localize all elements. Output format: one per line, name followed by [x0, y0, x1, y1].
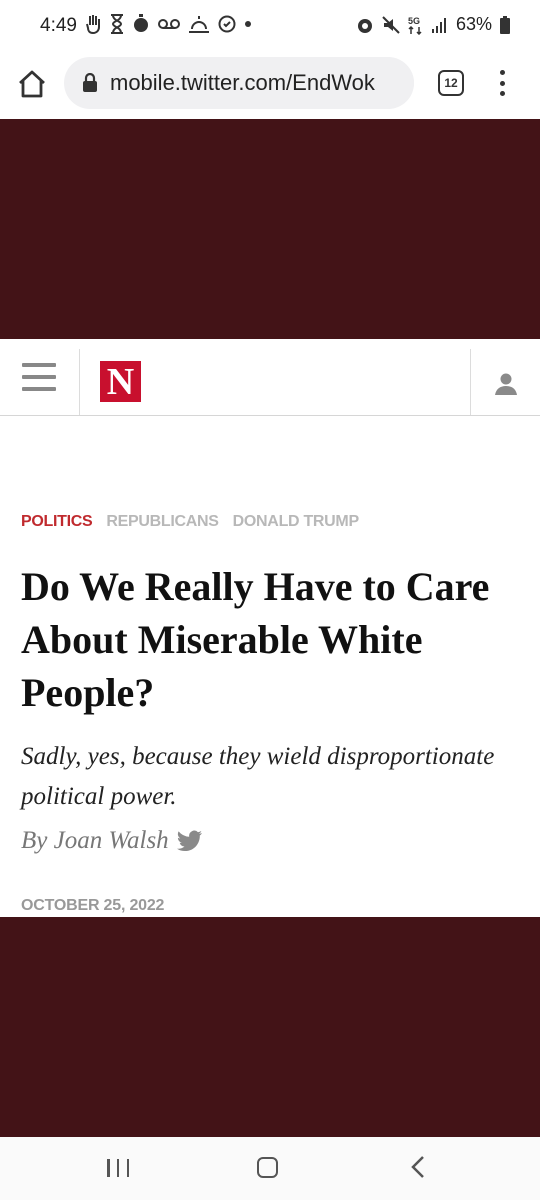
timer-icon: [134, 14, 148, 32]
header-divider: [470, 349, 471, 415]
tag-politics[interactable]: POLITICS: [21, 513, 93, 531]
tab-switcher-button[interactable]: 12: [438, 70, 464, 96]
ad-banner-top[interactable]: [0, 119, 540, 339]
hourglass-icon: [111, 14, 123, 34]
5g-icon: 5G: [408, 16, 422, 35]
signal-icon: [431, 17, 446, 33]
ad-banner-bottom[interactable]: [0, 917, 540, 1137]
status-notification-icons: [86, 14, 252, 34]
status-bar: 4:49 5G 63%: [0, 0, 540, 54]
dot-icon: [245, 21, 251, 27]
back-icon[interactable]: [410, 1155, 426, 1179]
clock-icon: [218, 15, 236, 33]
hamburger-menu-icon[interactable]: [22, 363, 56, 391]
voicemail-icon: [158, 19, 180, 29]
site-logo[interactable]: N: [100, 361, 141, 403]
article-tags: POLITICS REPUBLICANS DONALD TRUMP: [21, 513, 359, 531]
recent-apps-icon[interactable]: [107, 1159, 129, 1177]
hand-icon: [86, 15, 100, 34]
home-button-icon[interactable]: [257, 1157, 278, 1178]
article-byline: By Joan Walsh: [21, 827, 203, 855]
lock-icon: [83, 73, 97, 92]
status-system-icons: 5G 63%: [356, 14, 510, 35]
twitter-icon[interactable]: [176, 830, 203, 852]
url-fade: [374, 57, 414, 109]
svg-text:5G: 5G: [408, 16, 420, 26]
battery-percent: 63%: [455, 14, 492, 34]
mute-icon: [382, 15, 400, 34]
url-text[interactable]: mobile.twitter.com/EndWok: [110, 70, 375, 96]
address-bar[interactable]: mobile.twitter.com/EndWok: [64, 57, 414, 109]
header-divider: [79, 349, 80, 415]
byline-text[interactable]: By Joan Walsh: [21, 827, 169, 855]
home-icon[interactable]: [16, 68, 48, 100]
article-headline: Do We Really Have to Care About Miserabl…: [21, 564, 490, 715]
weather-icon: [189, 16, 209, 33]
battery-icon: [500, 15, 510, 34]
tag-republicans[interactable]: REPUBLICANS: [106, 513, 219, 531]
system-nav-bar: [0, 1137, 540, 1200]
account-icon[interactable]: [494, 372, 518, 396]
browser-toolbar: mobile.twitter.com/EndWok 12: [0, 54, 540, 118]
publish-date: OCTOBER 25, 2022: [21, 897, 165, 914]
more-vert-icon[interactable]: [494, 68, 510, 98]
tag-donald-trump[interactable]: DONALD TRUMP: [233, 513, 359, 531]
status-time: 4:49: [40, 15, 77, 36]
site-header: N: [0, 339, 540, 416]
alarm-icon: [357, 18, 372, 33]
article-subhead: Sadly, yes, because they wield dispropor…: [21, 743, 495, 810]
